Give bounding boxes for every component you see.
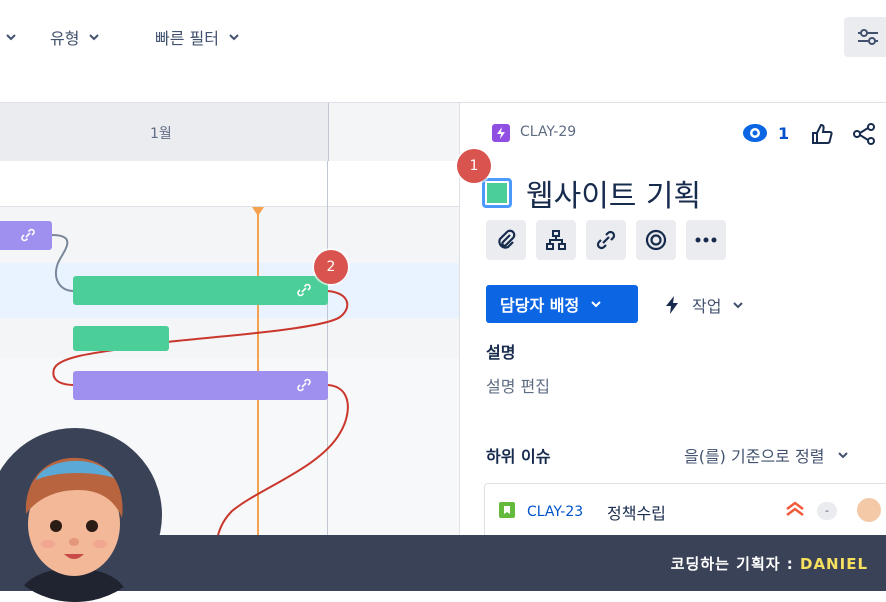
target-icon [645, 229, 667, 251]
goal-button[interactable] [636, 220, 676, 260]
annotation-marker-2: 2 [314, 250, 348, 284]
share-icon[interactable] [852, 123, 876, 145]
filter-dropdown-partial[interactable] [0, 24, 16, 50]
description-editor[interactable]: 설명 편집 [486, 373, 550, 397]
quick-filter-label: 빠른 필터 [155, 29, 219, 48]
type-filter-dropdown[interactable]: 유형 [50, 24, 100, 50]
lightning-icon [666, 296, 678, 314]
timeline-bar-purple[interactable] [0, 221, 52, 250]
assign-button-label: 담당자 배정 [500, 296, 580, 315]
action-dropdown[interactable]: 작업 [664, 293, 744, 317]
issue-key-link[interactable]: CLAY-29 [520, 124, 576, 140]
top-toolbar: 유형 빠른 필터 [0, 0, 886, 103]
chevron-down-icon [838, 452, 849, 459]
epic-lightning-icon [492, 124, 510, 142]
assign-button[interactable]: 담당자 배정 [486, 285, 638, 323]
paperclip-icon [498, 229, 516, 249]
issue-title[interactable]: 웹사이트 기획 [526, 171, 701, 215]
annotation-marker-1: 1 [457, 149, 491, 183]
issue-color-picker[interactable] [482, 178, 512, 208]
sort-dropdown[interactable]: 을(를) 기준으로 정렬 [684, 443, 849, 467]
assignee-avatar[interactable] [857, 498, 881, 522]
timeline-bar-purple[interactable] [73, 371, 328, 400]
quick-filter-dropdown[interactable]: 빠른 필터 [155, 24, 239, 50]
credit-name: DANIEL [800, 555, 868, 573]
issue-detail-panel: CLAY-29 1 웹사이트 기획 담당자 배정 작업 설명 설명 편집 하위 … [459, 103, 886, 536]
link-icon [297, 283, 311, 297]
chevron-down-icon [6, 34, 16, 41]
link-icon [21, 228, 35, 242]
priority-highest-icon [786, 501, 804, 516]
type-filter-label: 유형 [50, 29, 80, 48]
watch-count: 1 [778, 123, 790, 143]
link-icon [297, 378, 311, 392]
sort-label: 을(를) 기준으로 정렬 [684, 447, 825, 466]
story-icon [499, 502, 515, 518]
link-icon [596, 230, 616, 250]
credit-text: 코딩하는 기획자 : DANIEL [670, 555, 868, 573]
sliders-icon [858, 29, 878, 45]
timeline-bar-selected-epic[interactable] [73, 276, 328, 305]
chevron-down-icon [89, 34, 100, 41]
child-issue-summary: 정책수립 [607, 504, 666, 523]
more-actions-button[interactable] [686, 220, 726, 260]
action-label: 작업 [692, 297, 722, 316]
chevron-down-icon [229, 34, 239, 41]
add-child-issue-button[interactable] [536, 220, 576, 260]
link-issue-button[interactable] [586, 220, 626, 260]
attach-button[interactable] [486, 220, 526, 260]
child-issues-heading: 하위 이슈 [486, 447, 551, 466]
more-icon [695, 237, 717, 243]
thumbs-up-icon[interactable] [811, 123, 833, 145]
watch-button[interactable]: 1 [742, 123, 789, 143]
child-issue-key[interactable]: CLAY-23 [527, 504, 583, 520]
chevron-down-icon [733, 302, 744, 309]
view-settings-button[interactable] [844, 17, 886, 57]
chevron-down-icon [591, 301, 601, 308]
timeline-bar-green[interactable] [73, 326, 169, 351]
hierarchy-icon [546, 230, 566, 250]
issue-quick-actions [486, 220, 736, 260]
issue-title-row: 웹사이트 기획 [482, 171, 701, 215]
eye-icon [743, 124, 767, 142]
description-heading: 설명 [486, 343, 516, 362]
story-points-badge: - [817, 502, 837, 520]
child-issue-row[interactable]: CLAY-23 정책수립 - [484, 483, 886, 536]
